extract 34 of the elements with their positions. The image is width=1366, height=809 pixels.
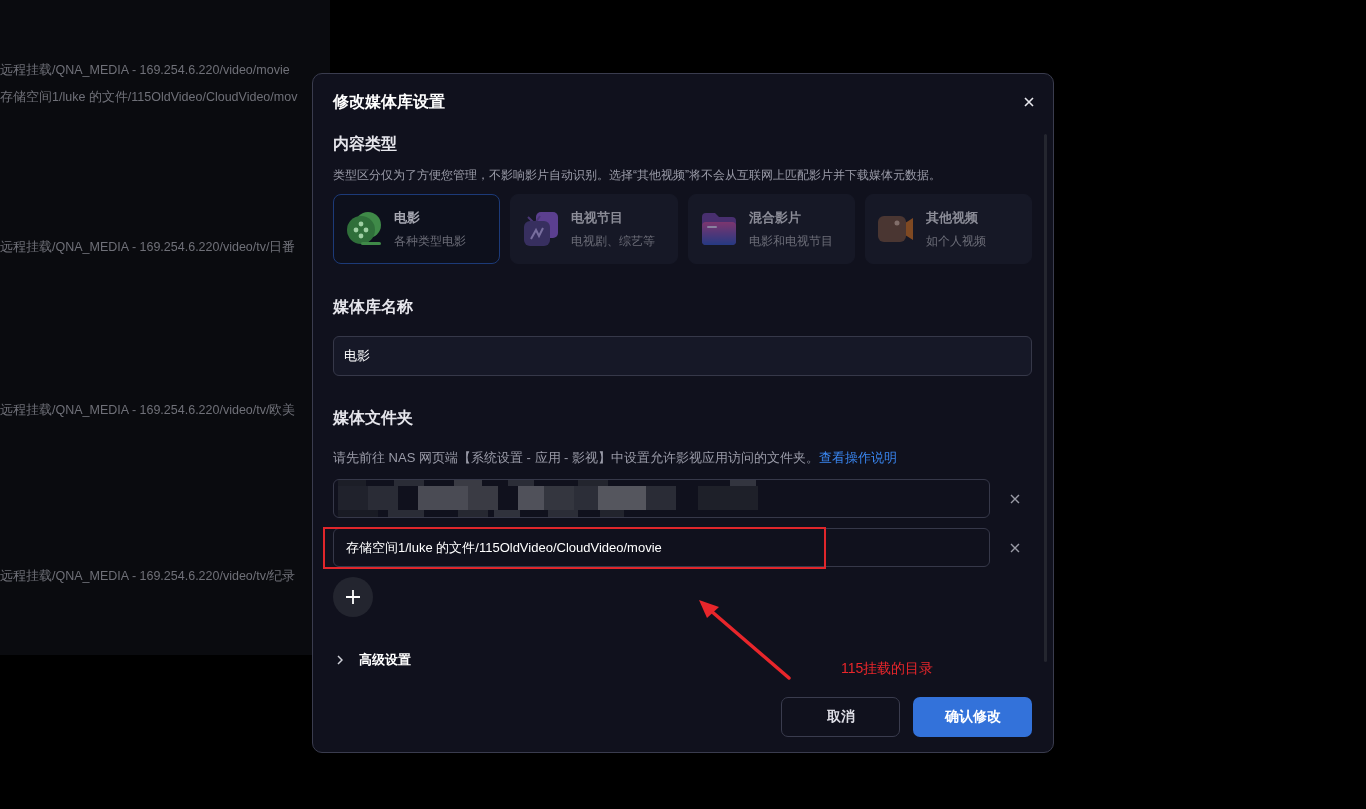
section-description: 请先前往 NAS 网页端【系统设置 - 应用 - 影视】中设置允许影视应用访问的文件夹。查看操作说明	[333, 449, 899, 467]
dialog-title: 修改媒体库设置	[333, 91, 445, 112]
content-type-card[interactable]: 电视节目 电视剧、综艺等	[510, 194, 678, 264]
type-subtitle: 各种类型电影	[394, 232, 466, 250]
cancel-button[interactable]: 取消	[781, 697, 900, 737]
type-subtitle: 电影和电视节目	[748, 232, 833, 250]
content-type-card[interactable]: 混合影片 电影和电视节目	[687, 194, 855, 264]
annotation-text: 115挂载的目录	[841, 660, 934, 678]
section-heading: 媒体库名称	[333, 297, 414, 317]
folder-path-field[interactable]: 存储空间1/luke 的文件/115OldVideo/CloudVideo/movie	[333, 528, 990, 567]
content-type-card[interactable]: 电影 各种类型电影	[333, 194, 501, 264]
help-link[interactable]: 查看操作说明	[819, 450, 898, 465]
plus-icon	[346, 590, 360, 604]
folder-path-text: 远程挂载/QNA_MEDIA - 169.254.6.220/video/tv/日番	[0, 239, 297, 255]
type-title: 混合影片	[748, 208, 802, 227]
folder-path-text: 远程挂载/QNA_MEDIA - 169.254.6.220/video/tv/纪录	[0, 568, 297, 584]
advanced-settings-toggle[interactable]: 高级设置	[337, 651, 411, 669]
confirm-button[interactable]: 确认修改	[913, 697, 1032, 737]
section-heading: 媒体文件夹	[333, 408, 414, 428]
folder-path-text: 远程挂载/QNA_MEDIA - 169.254.6.220/video/movie	[0, 62, 291, 78]
chevron-icon	[337, 655, 343, 665]
type-subtitle: 如个人视频	[925, 232, 986, 250]
add-folder-button[interactable]	[333, 577, 373, 617]
section-description: 类型区分仅为了方便您管理，不影响影片自动识别。选择“其他视频”将不会从互联网上匹配影片并下载媒体元数据。	[333, 167, 942, 184]
type-subtitle: 电视剧、综艺等	[571, 232, 656, 250]
folder-path-text: 存储空间1/luke 的文件/115OldVideo/CloudVideo/mov	[0, 89, 299, 105]
type-title: 电视节目	[571, 208, 625, 227]
folder-path-text: 远程挂载/QNA_MEDIA - 169.254.6.220/video/tv/欧美	[0, 402, 297, 418]
folder-path-field[interactable]	[333, 479, 990, 518]
library-name-field[interactable]: 电影	[333, 336, 1032, 376]
type-title: 其他视频	[925, 208, 979, 227]
section-heading: 内容类型	[333, 134, 398, 154]
content-type-card[interactable]: 其他视频 如个人视频	[864, 194, 1032, 264]
type-title: 电影	[394, 208, 421, 227]
